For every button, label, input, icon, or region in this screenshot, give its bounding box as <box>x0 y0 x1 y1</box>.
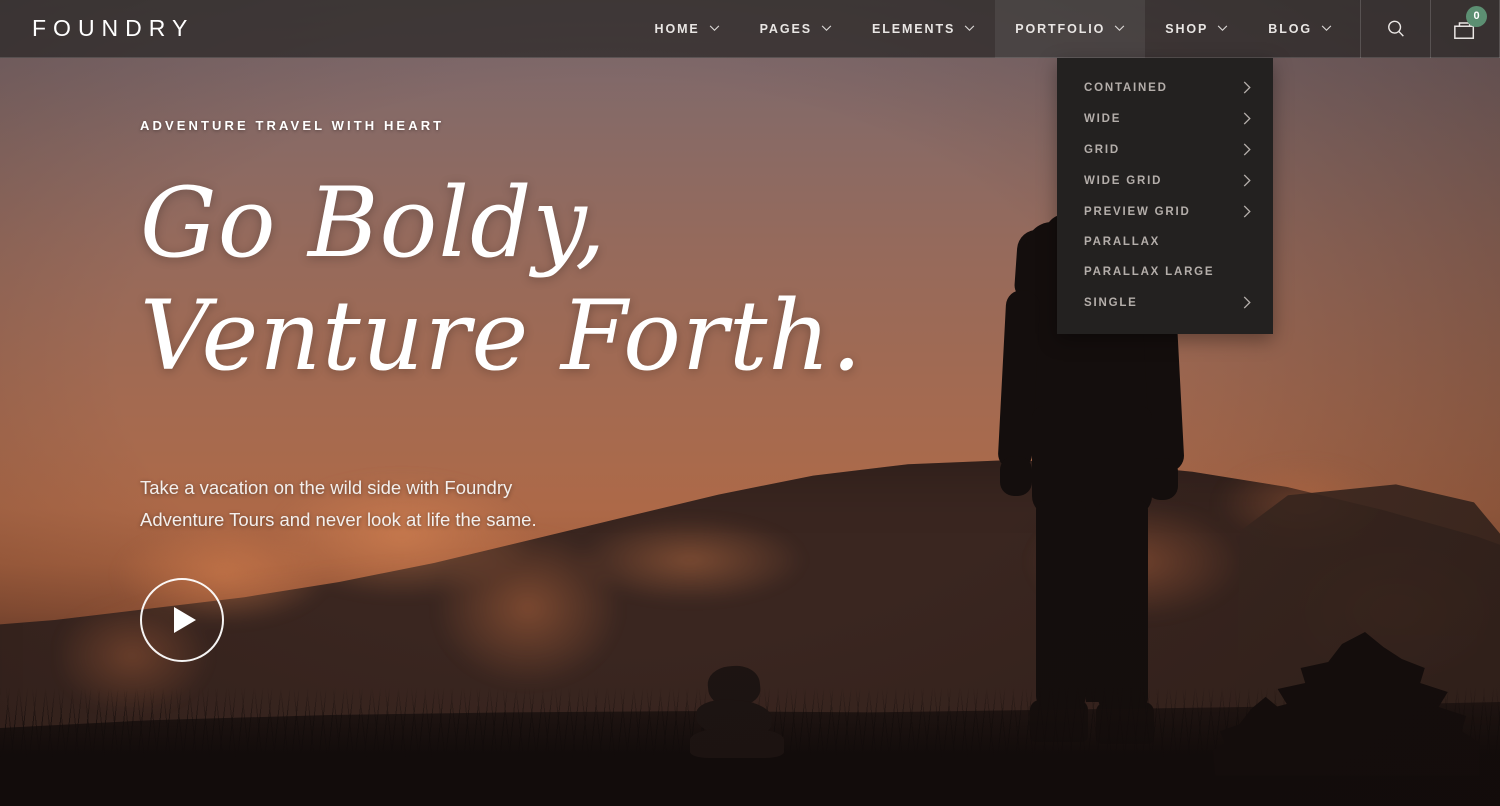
dropdown-item-wide[interactable]: WIDE <box>1057 103 1273 134</box>
header-utilities: 0 <box>1360 0 1500 58</box>
nav-item-portfolio[interactable]: PORTFOLIO <box>995 0 1146 58</box>
chevron-right-icon <box>1243 205 1251 218</box>
dropdown-item-contained[interactable]: CONTAINED <box>1057 72 1273 103</box>
dropdown-label-grid: GRID <box>1084 143 1120 156</box>
hero-headline-line-1: Go Boldy, <box>140 167 607 279</box>
hero-content: ADVENTURE TRAVEL WITH HEART Go Boldy, Ve… <box>140 118 960 663</box>
search-icon <box>1387 20 1404 37</box>
dropdown-item-single[interactable]: SINGLE <box>1057 287 1273 318</box>
dropdown-label-single: SINGLE <box>1084 296 1138 309</box>
dropdown-label-parallax-large: PARALLAX LARGE <box>1084 266 1215 278</box>
dropdown-label-preview-grid: PREVIEW GRID <box>1084 205 1191 218</box>
dropdown-item-wide-grid[interactable]: WIDE GRID <box>1057 165 1273 196</box>
chevron-right-icon <box>1243 174 1251 187</box>
chevron-down-icon <box>821 25 832 32</box>
dropdown-label-contained: CONTAINED <box>1084 81 1168 94</box>
nav-label-portfolio: PORTFOLIO <box>1015 21 1106 36</box>
nav-label-home: HOME <box>654 21 700 36</box>
nav-label-elements: ELEMENTS <box>871 21 956 36</box>
chevron-right-icon <box>1243 143 1251 156</box>
search-button[interactable] <box>1360 0 1430 58</box>
site-header: FOUNDRY HOME PAGES ELEMENTS PORTFOLIO SH… <box>0 0 1500 58</box>
nav-item-blog[interactable]: BLOG <box>1248 0 1352 58</box>
play-icon <box>174 607 196 634</box>
nav-label-pages: PAGES <box>759 21 812 36</box>
dropdown-label-wide-grid: WIDE GRID <box>1084 174 1163 187</box>
chevron-right-icon <box>1243 112 1251 125</box>
main-navigation: HOME PAGES ELEMENTS PORTFOLIO SHOP BLOG <box>635 0 1352 58</box>
hiker-leg-gap <box>1086 506 1100 702</box>
nav-item-elements[interactable]: ELEMENTS <box>852 0 995 58</box>
dropdown-label-wide: WIDE <box>1084 112 1122 125</box>
hero-play-button[interactable] <box>140 578 224 663</box>
cairn-rock-bottom <box>690 728 784 758</box>
dropdown-label-parallax: PARALLAX <box>1084 236 1161 248</box>
chevron-down-icon <box>709 25 719 32</box>
cart-count-badge: 0 <box>1466 5 1487 27</box>
chevron-down-icon <box>964 25 975 32</box>
dropdown-item-parallax[interactable]: PARALLAX <box>1057 227 1273 257</box>
hiker-leg-right <box>1098 500 1148 712</box>
nav-item-home[interactable]: HOME <box>635 0 740 58</box>
nav-item-shop[interactable]: SHOP <box>1145 0 1248 58</box>
dropdown-item-parallax-large[interactable]: PARALLAX LARGE <box>1057 257 1273 287</box>
hiker-leg-left <box>1036 500 1086 710</box>
rock-cairn <box>690 663 790 758</box>
hero-eyebrow: ADVENTURE TRAVEL WITH HEART <box>140 118 445 133</box>
nav-label-blog: BLOG <box>1268 21 1312 36</box>
chevron-right-icon <box>1243 81 1251 94</box>
site-logo[interactable]: FOUNDRY <box>32 15 194 42</box>
chevron-down-icon <box>1321 25 1332 32</box>
nav-item-pages[interactable]: PAGES <box>740 0 852 58</box>
dropdown-item-preview-grid[interactable]: PREVIEW GRID <box>1057 196 1273 227</box>
chevron-right-icon <box>1243 296 1251 309</box>
nav-label-shop: SHOP <box>1165 21 1209 36</box>
hero-headline: Go Boldy, Venture Forth. <box>140 167 960 394</box>
chevron-down-icon <box>1114 25 1125 32</box>
portfolio-dropdown-menu: CONTAINED WIDE GRID WIDE GRID PREVIEW GR… <box>1057 58 1273 334</box>
chevron-down-icon <box>1218 25 1228 32</box>
hiker-hand-left <box>1000 456 1032 496</box>
cart-button[interactable]: 0 <box>1430 0 1500 58</box>
dropdown-item-grid[interactable]: GRID <box>1057 134 1273 165</box>
hero-headline-line-2: Venture Forth. <box>140 280 863 393</box>
hero-description: Take a vacation on the wild side with Fo… <box>140 476 537 530</box>
